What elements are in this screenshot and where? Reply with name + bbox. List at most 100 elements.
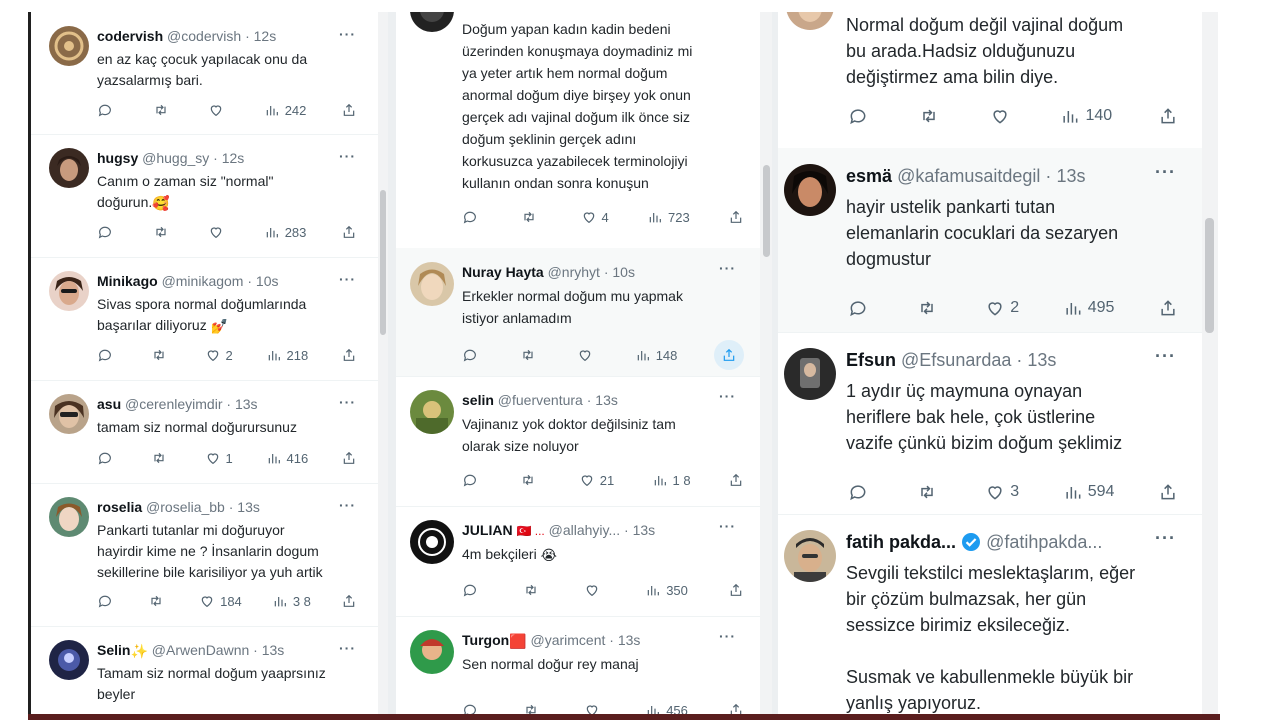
views-button[interactable]: 723 bbox=[647, 209, 690, 225]
timestamp[interactable]: 10s bbox=[612, 264, 635, 280]
tweet-card[interactable]: asu @cerenleyimdir · 13s ··· tamam siz n… bbox=[31, 380, 378, 484]
avatar[interactable] bbox=[410, 12, 454, 32]
retweet-button[interactable] bbox=[151, 450, 172, 466]
like-button[interactable]: 4 bbox=[581, 209, 609, 225]
display-name[interactable]: Turgon bbox=[462, 632, 509, 648]
views-button[interactable]: 594 bbox=[1063, 482, 1114, 502]
tweet-card[interactable]: codervish @codervish · 12s ··· en az kaç… bbox=[31, 12, 378, 135]
scrollbar-thumb-2[interactable] bbox=[763, 165, 770, 257]
timestamp[interactable]: 13s bbox=[633, 522, 656, 538]
reply-button[interactable] bbox=[97, 347, 118, 363]
more-options-icon[interactable]: ··· bbox=[339, 394, 356, 410]
like-button[interactable] bbox=[577, 340, 598, 370]
more-options-icon[interactable]: ··· bbox=[1155, 162, 1176, 183]
handle[interactable]: @codervish bbox=[167, 28, 241, 44]
handle[interactable]: @yarimcent bbox=[531, 632, 606, 648]
reply-button[interactable] bbox=[462, 582, 483, 598]
share-button[interactable] bbox=[341, 102, 357, 118]
share-button[interactable] bbox=[728, 702, 744, 714]
reply-button[interactable] bbox=[462, 340, 483, 370]
share-button-hovered[interactable] bbox=[713, 340, 744, 370]
tweet-card[interactable]: JULIAN 🇹🇷 ... @allahyiy... · 13s ··· 4m … bbox=[396, 506, 760, 617]
avatar[interactable] bbox=[410, 630, 454, 674]
reply-button[interactable] bbox=[97, 450, 118, 466]
retweet-button[interactable] bbox=[523, 582, 544, 598]
tweet-card[interactable]: fatih pakda... @fatihpakda... ··· Sevgil… bbox=[778, 514, 1202, 714]
avatar[interactable] bbox=[49, 640, 89, 680]
reply-button[interactable] bbox=[462, 472, 483, 488]
views-button[interactable]: 218 bbox=[266, 347, 308, 363]
display-name[interactable]: selin bbox=[462, 392, 494, 408]
reply-button[interactable] bbox=[97, 593, 118, 609]
retweet-button[interactable] bbox=[917, 298, 942, 318]
handle[interactable]: @fuerventura bbox=[498, 392, 583, 408]
timestamp[interactable]: 10s bbox=[256, 273, 279, 289]
more-options-icon[interactable]: ··· bbox=[719, 518, 736, 534]
tweet-card[interactable]: selin @fuerventura · 13s ··· Vajinanız y… bbox=[396, 376, 760, 507]
views-button[interactable]: 148 bbox=[635, 340, 677, 370]
share-button[interactable] bbox=[728, 209, 744, 225]
like-button[interactable]: 21 bbox=[579, 472, 614, 488]
more-options-icon[interactable]: ··· bbox=[1155, 528, 1176, 549]
display-name[interactable]: asu bbox=[97, 396, 121, 412]
display-name[interactable]: hugsy bbox=[97, 150, 138, 166]
timestamp[interactable]: 13s bbox=[1027, 350, 1056, 370]
handle[interactable]: @roselia_bb bbox=[146, 499, 225, 515]
share-button[interactable] bbox=[341, 347, 357, 363]
handle[interactable]: @Efsunardaa bbox=[901, 350, 1011, 370]
handle[interactable]: @minikagom bbox=[162, 273, 244, 289]
more-options-icon[interactable]: ··· bbox=[339, 271, 356, 287]
reply-button[interactable] bbox=[848, 106, 873, 126]
display-name[interactable]: Efsun bbox=[846, 350, 896, 370]
timestamp[interactable]: 13s bbox=[618, 632, 641, 648]
handle[interactable]: @ArwenDawnn bbox=[152, 642, 249, 658]
retweet-button[interactable] bbox=[148, 593, 169, 609]
views-button[interactable]: 456 bbox=[645, 702, 688, 714]
avatar[interactable] bbox=[784, 348, 836, 400]
scrollbar-thumb-3[interactable] bbox=[1205, 218, 1214, 333]
views-button[interactable]: 495 bbox=[1063, 298, 1114, 318]
like-button[interactable]: 1 bbox=[205, 450, 233, 466]
more-options-icon[interactable]: ··· bbox=[719, 388, 736, 404]
display-name[interactable]: JULIAN bbox=[462, 522, 513, 538]
views-button[interactable]: 242 bbox=[264, 102, 306, 118]
tweet-card[interactable]: roselia @roselia_bb · 13s ··· Pankarti t… bbox=[31, 483, 378, 627]
tweet-card-hovered[interactable]: esmä @kafamusaitdegil · 13s ··· hayir us… bbox=[778, 148, 1202, 333]
timestamp[interactable]: 13s bbox=[1056, 166, 1085, 186]
handle[interactable]: @allahyiy... bbox=[549, 522, 621, 538]
avatar[interactable] bbox=[410, 520, 454, 564]
more-options-icon[interactable]: ··· bbox=[339, 26, 356, 42]
timestamp[interactable]: 13s bbox=[595, 392, 618, 408]
share-button[interactable] bbox=[728, 582, 744, 598]
views-button[interactable]: 283 bbox=[264, 224, 306, 240]
scrollbar-thumb-1[interactable] bbox=[380, 190, 386, 335]
like-button[interactable]: 3 bbox=[985, 482, 1019, 502]
like-button[interactable] bbox=[584, 582, 605, 598]
tweet-card[interactable]: Selin✨ @ArwenDawnn · 13s ··· Tamam siz n… bbox=[31, 626, 378, 714]
views-button[interactable]: 350 bbox=[645, 582, 688, 598]
display-name[interactable]: fatih pakda... bbox=[846, 532, 956, 552]
like-button[interactable] bbox=[584, 702, 605, 714]
tweet-card-hovered[interactable]: Nuray Hayta @nryhyt · 10s ··· Erkekler n… bbox=[396, 248, 760, 377]
avatar[interactable] bbox=[410, 390, 454, 434]
scrollbar-track-1[interactable] bbox=[378, 12, 388, 714]
handle[interactable]: @fatihpakda... bbox=[986, 532, 1102, 552]
timestamp[interactable]: 13s bbox=[237, 499, 260, 515]
display-name[interactable]: Selin bbox=[97, 642, 130, 658]
views-button[interactable]: 140 bbox=[1060, 106, 1112, 126]
avatar[interactable] bbox=[49, 497, 89, 537]
more-options-icon[interactable]: ··· bbox=[339, 640, 356, 656]
avatar[interactable] bbox=[784, 530, 836, 582]
handle[interactable]: @kafamusaitdegil bbox=[897, 166, 1040, 186]
tweet-card[interactable]: Minikago @minikagom · 10s ··· Sivas spor… bbox=[31, 257, 378, 381]
like-button[interactable]: 2 bbox=[985, 298, 1019, 318]
reply-button[interactable] bbox=[848, 482, 873, 502]
tweet-card[interactable]: hugsy @hugg_sy · 12s ··· Canım o zaman s… bbox=[31, 134, 378, 258]
share-button[interactable] bbox=[341, 450, 357, 466]
more-options-icon[interactable]: ··· bbox=[719, 628, 736, 644]
avatar[interactable] bbox=[49, 394, 89, 434]
reply-button[interactable] bbox=[97, 102, 118, 118]
tweet-card[interactable]: Normal doğum değil vajinal doğum bu arad… bbox=[778, 12, 1202, 149]
like-button[interactable] bbox=[208, 102, 229, 118]
avatar[interactable] bbox=[49, 271, 89, 311]
